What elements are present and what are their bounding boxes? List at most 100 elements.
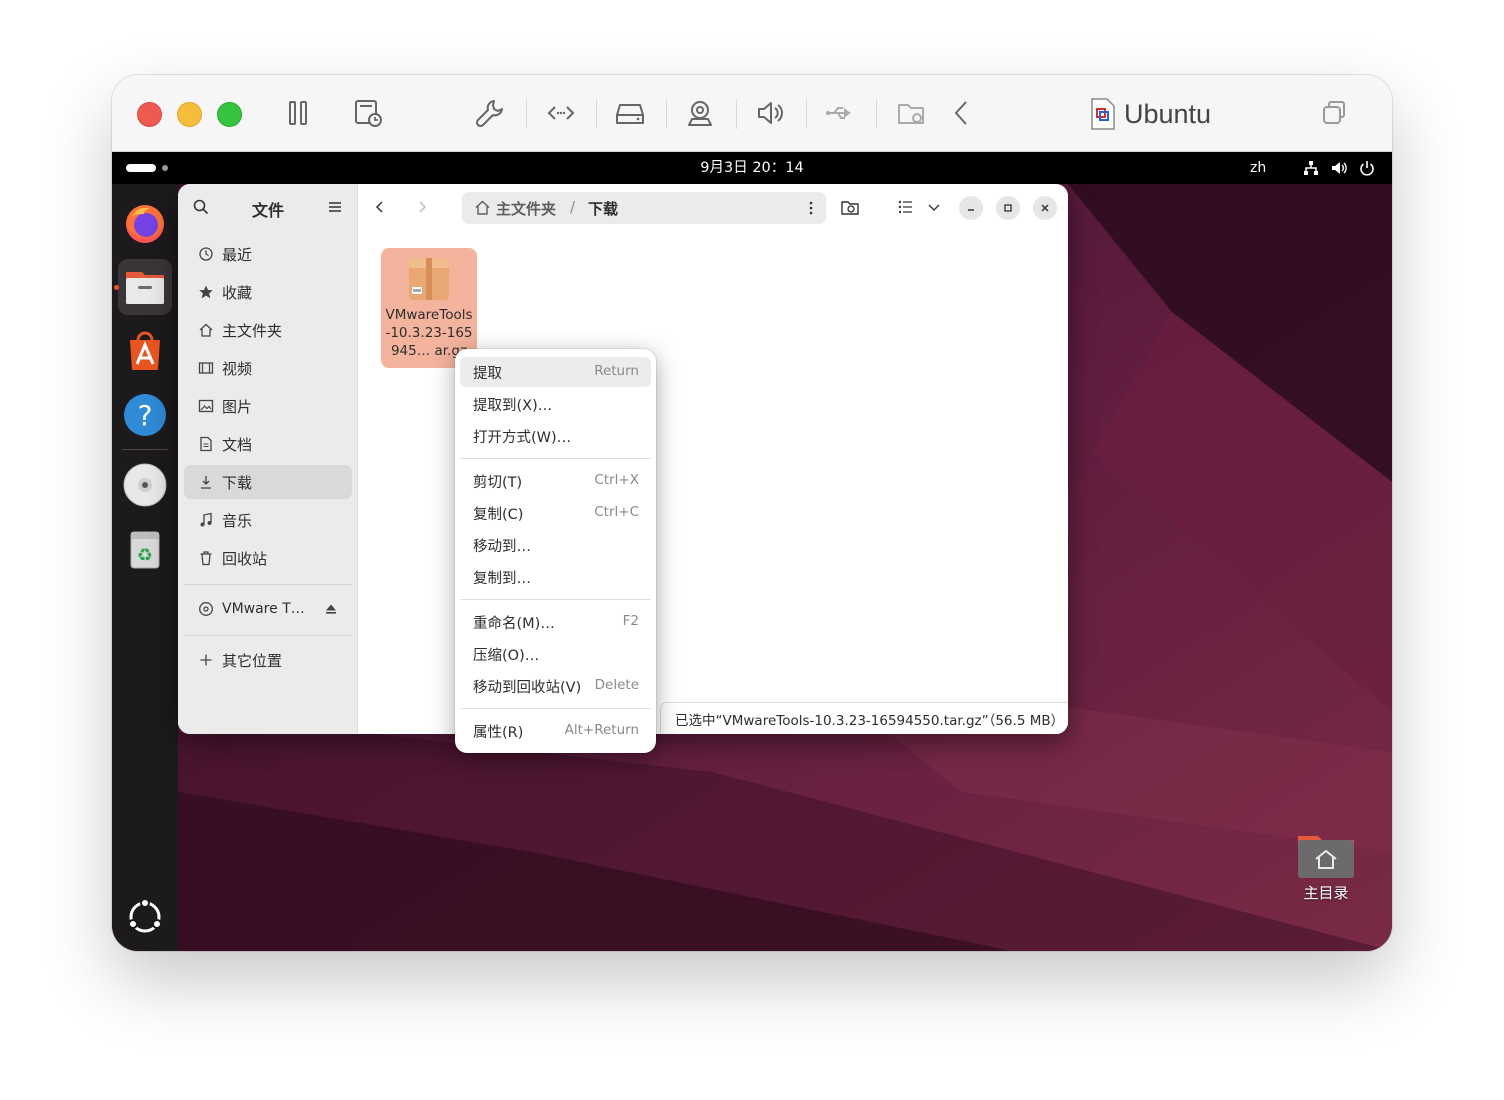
menu-item-accel: Ctrl+X <box>594 472 639 488</box>
menu-item-open-with[interactable]: 打开方式(W)… <box>460 421 651 451</box>
minimize-icon <box>968 209 974 211</box>
activities-indicator[interactable] <box>126 164 156 172</box>
view-options-chevron-down-icon[interactable] <box>924 197 944 217</box>
sidebar-item-home[interactable]: 主文件夹 <box>184 313 352 347</box>
forward-button[interactable] <box>410 195 434 219</box>
window-copy-icon[interactable] <box>1314 93 1354 133</box>
sidebar-item-device[interactable]: VMware T… <box>184 592 352 626</box>
archive-file-icon <box>409 258 449 300</box>
menu-item-label: 属性(R) <box>473 725 524 741</box>
menu-item-extract[interactable]: 提取 Return <box>460 357 651 387</box>
trash-icon <box>198 550 214 566</box>
menu-item-move-to[interactable]: 移动到… <box>460 530 651 560</box>
sound-icon[interactable] <box>750 93 790 133</box>
menu-item-label: 复制(C) <box>473 507 524 523</box>
menu-item-accel: Delete <box>594 677 639 693</box>
sidebar-item-label: 视频 <box>222 359 253 378</box>
maximize-icon <box>1004 204 1012 212</box>
menu-item-label: 提取到(X)… <box>473 398 553 414</box>
trash-icon[interactable]: ♻ <box>118 521 172 577</box>
sidebar-item-other-locations[interactable]: 其它位置 <box>184 643 352 677</box>
firefox-icon[interactable] <box>118 195 172 251</box>
menu-item-copy-to[interactable]: 复制到… <box>460 562 651 592</box>
sidebar-item-label: 图片 <box>222 397 253 416</box>
show-apps-icon[interactable] <box>118 889 172 945</box>
menu-item-cut[interactable]: 剪切(T) Ctrl+X <box>460 466 651 496</box>
sidebar-item-starred[interactable]: 收藏 <box>184 275 352 309</box>
sidebar-item-label: VMware T… <box>222 601 305 617</box>
vm-document-icon <box>1091 98 1115 130</box>
files-app-icon[interactable] <box>118 259 172 315</box>
more-vertical-icon[interactable] <box>804 200 818 216</box>
sidebar-item-label: 文档 <box>222 435 253 454</box>
files-sidebar: 文件 最近 收藏 主文件夹 视频 图片 文档 下载 音乐 回收站 VMware … <box>178 184 358 734</box>
breadcrumb-home[interactable]: 主文件夹 <box>496 198 556 219</box>
breadcrumb-current[interactable]: 下载 <box>588 198 618 219</box>
menu-item-rename[interactable]: 重命名(M)… F2 <box>460 607 651 637</box>
desktop-home-folder[interactable]: 主目录 <box>1290 832 1362 932</box>
close-window-button[interactable] <box>137 102 162 127</box>
menu-item-accel: Alt+Return <box>564 722 639 738</box>
volume-icon[interactable] <box>1330 159 1348 177</box>
network-icon[interactable] <box>1302 159 1320 177</box>
context-menu: 提取 Return 提取到(X)… 打开方式(W)… 剪切(T) Ctrl+X … <box>455 349 656 753</box>
disk-icon[interactable] <box>610 93 650 133</box>
menu-item-move-to-trash[interactable]: 移动到回收站(V) Delete <box>460 671 651 701</box>
close-button[interactable] <box>1033 196 1057 220</box>
settings-wrench-icon[interactable] <box>470 93 510 133</box>
sidebar-item-trash[interactable]: 回收站 <box>184 541 352 575</box>
hamburger-menu-icon[interactable] <box>326 198 344 216</box>
disc-icon <box>198 601 214 617</box>
menu-item-label: 打开方式(W)… <box>473 430 572 446</box>
sidebar-item-music[interactable]: 音乐 <box>184 503 352 537</box>
sidebar-item-recent[interactable]: 最近 <box>184 237 352 271</box>
maximize-button[interactable] <box>996 196 1020 220</box>
sidebar-item-downloads[interactable]: 下载 <box>184 465 352 499</box>
camera-icon[interactable] <box>680 93 720 133</box>
sidebar-item-documents[interactable]: 文档 <box>184 427 352 461</box>
back-button[interactable] <box>368 195 392 219</box>
back-chevron-icon[interactable] <box>942 93 982 133</box>
minimize-window-button[interactable] <box>177 102 202 127</box>
home-folder-icon <box>1298 836 1354 878</box>
list-view-icon[interactable] <box>896 197 916 217</box>
film-icon <box>198 360 214 376</box>
power-icon[interactable] <box>1358 159 1376 177</box>
sidebar-item-videos[interactable]: 视频 <box>184 351 352 385</box>
home-icon <box>475 200 490 215</box>
vm-window: Ubuntu 9月3日 20：14 zh ? ♻ 文件 最近 收藏 主文件夹 视… <box>112 75 1392 951</box>
menu-item-label: 压缩(O)… <box>473 648 540 664</box>
snapshot-icon[interactable] <box>348 93 388 133</box>
sidebar-item-label: 音乐 <box>222 511 253 530</box>
menu-item-accel: Return <box>594 363 639 379</box>
pause-icon[interactable] <box>278 93 318 133</box>
sidebar-item-pictures[interactable]: 图片 <box>184 389 352 423</box>
clock[interactable]: 9月3日 20：14 <box>672 152 832 184</box>
svg-text:?: ? <box>138 399 153 432</box>
sidebar-item-label: 主文件夹 <box>222 321 283 340</box>
close-icon <box>1041 204 1049 212</box>
eject-icon[interactable] <box>324 602 338 616</box>
menu-item-properties[interactable]: 属性(R) Alt+Return <box>460 716 651 746</box>
vmware-tools-disc-icon[interactable] <box>118 457 172 513</box>
app-center-icon[interactable] <box>118 323 172 379</box>
path-bar[interactable]: 主文件夹 / 下载 <box>462 192 826 224</box>
desktop-home-label: 主目录 <box>1303 884 1349 902</box>
menu-item-label: 移动到回收站(V) <box>473 680 582 696</box>
help-icon[interactable]: ? <box>118 387 172 443</box>
usb-icon[interactable] <box>820 93 860 133</box>
code-icon[interactable] <box>541 93 581 133</box>
fullscreen-window-button[interactable] <box>217 102 242 127</box>
input-language[interactable]: zh <box>1250 152 1266 184</box>
shared-folder-icon[interactable] <box>891 93 931 133</box>
minimize-button[interactable] <box>959 196 983 220</box>
menu-item-compress[interactable]: 压缩(O)… <box>460 639 651 669</box>
home-icon <box>198 322 214 338</box>
svg-text:♻: ♻ <box>137 545 153 566</box>
status-bar: 已选中“VMwareTools-10.3.23-16594550.tar.gz”… <box>660 702 1068 734</box>
workspace-dot <box>162 165 168 171</box>
menu-item-copy[interactable]: 复制(C) Ctrl+C <box>460 498 651 528</box>
menu-item-extract-to[interactable]: 提取到(X)… <box>460 389 651 419</box>
gnome-topbar: 9月3日 20：14 zh <box>112 152 1392 184</box>
search-folder-icon[interactable] <box>840 197 860 217</box>
